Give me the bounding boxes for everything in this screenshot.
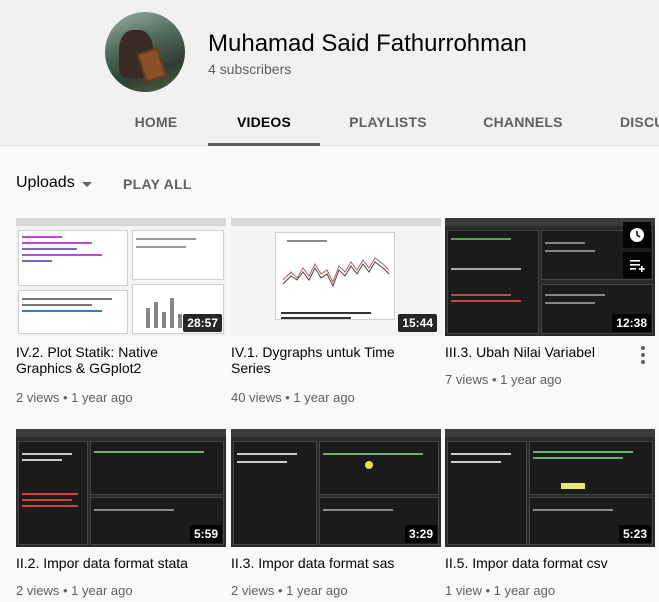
video-duration: 28:57: [183, 314, 222, 332]
channel-header: Muhamad Said Fathurrohman 4 subscribers …: [0, 0, 659, 146]
video-title[interactable]: II.5. Impor data format csv: [445, 555, 635, 571]
video-duration: 3:29: [404, 525, 437, 543]
video-views: 2 views: [16, 583, 60, 598]
kebab-icon[interactable]: [641, 346, 647, 367]
videos-toolbar: Uploads PLAY ALL: [0, 160, 659, 206]
uploads-dropdown[interactable]: Uploads: [16, 174, 75, 192]
channel-tabs: HOME VIDEOS PLAYLISTS CHANNELS DISCU: [0, 100, 659, 146]
video-age: 1 year ago: [493, 583, 556, 598]
video-thumbnail[interactable]: 28:57: [16, 218, 226, 336]
play-all-button[interactable]: PLAY ALL: [123, 176, 192, 192]
video-duration: 5:23: [618, 525, 651, 543]
video-age: 1 year ago: [286, 583, 348, 598]
subscriber-count: 4 subscribers: [208, 61, 292, 77]
video-thumbnail[interactable]: 5:59: [16, 429, 226, 547]
video-age: 1 year ago: [293, 390, 355, 405]
video-meta: 40 views • 1 year ago: [231, 390, 355, 405]
video-title[interactable]: IV.1. Dygraphs untuk Time Series: [231, 344, 421, 376]
tab-channels[interactable]: CHANNELS: [480, 100, 566, 146]
video-title[interactable]: III.3. Ubah Nilai Variabel: [445, 344, 635, 360]
tab-videos[interactable]: VIDEOS: [208, 100, 320, 146]
video-views: 1 view: [445, 583, 482, 598]
queue-icon[interactable]: [623, 252, 651, 278]
video-duration: 15:44: [398, 314, 437, 332]
video-meta: 2 views • 1 year ago: [231, 583, 348, 598]
hover-actions: [623, 222, 651, 282]
video-age: 1 year ago: [71, 390, 133, 405]
tab-playlists[interactable]: PLAYLISTS: [344, 100, 432, 146]
video-meta: 1 view • 1 year ago: [445, 583, 556, 598]
video-views: 40 views: [231, 390, 282, 405]
video-views: 7 views: [445, 372, 489, 387]
video-meta: 7 views • 1 year ago: [445, 372, 562, 387]
tab-discussion[interactable]: DISCU: [620, 100, 659, 146]
video-views: 2 views: [231, 583, 275, 598]
video-meta: 2 views • 1 year ago: [16, 583, 133, 598]
video-thumbnail[interactable]: 12:38: [445, 218, 655, 336]
video-title[interactable]: II.3. Impor data format sas: [231, 555, 421, 571]
channel-avatar[interactable]: [105, 12, 185, 92]
video-duration: 12:38: [612, 314, 651, 332]
video-duration: 5:59: [189, 525, 222, 543]
channel-name: Muhamad Said Fathurrohman: [208, 30, 527, 57]
video-title[interactable]: II.2. Impor data format stata: [16, 555, 206, 571]
video-title[interactable]: IV.2. Plot Statik: Native Graphics & GGp…: [16, 344, 206, 376]
video-views: 2 views: [16, 390, 60, 405]
tab-home[interactable]: HOME: [128, 100, 184, 146]
video-thumbnail[interactable]: 15:44: [231, 218, 441, 336]
video-age: 1 year ago: [71, 583, 133, 598]
video-thumbnail[interactable]: 3:29: [231, 429, 441, 547]
video-meta: 2 views • 1 year ago: [16, 390, 133, 405]
caret-down-icon[interactable]: [82, 182, 92, 187]
video-thumbnail[interactable]: 5:23: [445, 429, 655, 547]
clock-icon[interactable]: [623, 222, 651, 248]
video-age: 1 year ago: [500, 372, 562, 387]
